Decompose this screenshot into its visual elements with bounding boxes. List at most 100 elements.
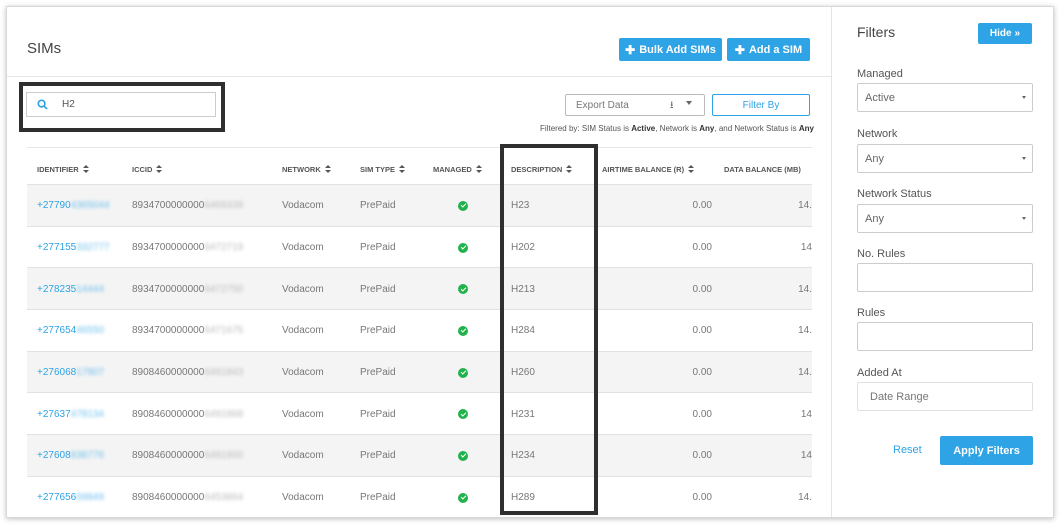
identifier-cell[interactable]: +27790 4365044 xyxy=(37,185,110,227)
sim-type-cell: PrePaid xyxy=(360,242,396,254)
network-status-label: Network Status xyxy=(857,188,932,200)
table-row[interactable]: +277155 332777 8934700000000 6472719 Vodacom… xyxy=(27,225,812,269)
identifier-cell[interactable]: +278235 14444 xyxy=(37,268,104,310)
hide-filters-button[interactable]: Hide » xyxy=(978,23,1032,44)
bulk-add-sims-button[interactable]: ✚ Bulk Add SIMs xyxy=(619,38,722,61)
table-row[interactable]: +276068 17807 8908460000000 6491843 Vodacom P… xyxy=(27,350,812,394)
managed-cell xyxy=(458,352,468,394)
network-status-select[interactable]: Any xyxy=(857,204,1033,233)
filter-summary-network-prefix: , Network is xyxy=(655,124,698,133)
airtime-balance-cell: 0.00 xyxy=(692,325,712,337)
identifier-text: +27790 xyxy=(37,200,71,212)
network-cell: Vodacom xyxy=(282,408,324,420)
sort-icon xyxy=(399,165,406,173)
rules-label: Rules xyxy=(857,307,886,319)
check-circle-icon xyxy=(458,450,468,461)
network-cell: Vodacom xyxy=(282,325,324,337)
identifier-redacted: 14444 xyxy=(76,283,105,295)
airtime-balance-cell: 0.00 xyxy=(692,450,712,462)
plus-icon: ✚ xyxy=(734,42,745,57)
add-sim-button[interactable]: ✚ Add a SIM xyxy=(727,38,810,61)
network-cell: Vodacom xyxy=(282,242,324,254)
column-label: SIM TYPE xyxy=(360,164,396,174)
table-row[interactable]: +277656 59849 8908460000000 6453864 Vodacom P… xyxy=(27,475,812,517)
identifier-text: +278235 xyxy=(37,283,77,295)
iccid-cell: 8934700000000 6472719 xyxy=(132,227,243,269)
add-sim-label: Add a SIM xyxy=(748,43,803,56)
sort-icon xyxy=(156,165,163,173)
identifier-redacted: 332777 xyxy=(76,242,110,254)
iccid-text: 8908460000000 xyxy=(132,367,205,379)
rules-input[interactable] xyxy=(857,322,1033,351)
sim-type-cell: PrePaid xyxy=(360,283,396,295)
sim-type-cell: PrePaid xyxy=(360,325,396,337)
identifier-cell[interactable]: +277656 59849 xyxy=(37,477,104,517)
column-header-airtime-balance[interactable]: AIRTIME BALANCE (R) xyxy=(602,154,695,184)
iccid-text: 8934700000000 xyxy=(132,200,205,212)
data-balance-cell: 14 xyxy=(800,450,812,462)
network-label: Network xyxy=(857,128,898,140)
filter-summary-netstatus: Any xyxy=(798,124,814,133)
iccid-text: 8908460000000 xyxy=(132,408,205,420)
reset-button[interactable]: Reset xyxy=(893,444,922,456)
network-select[interactable]: Any xyxy=(857,144,1033,173)
column-label: AIRTIME BALANCE (R) xyxy=(602,164,685,174)
hide-label: Hide xyxy=(989,28,1012,39)
sim-type-cell: PrePaid xyxy=(360,367,396,379)
column-header-iccid[interactable]: ICCID xyxy=(132,154,163,184)
identifier-cell[interactable]: +27637 478134 xyxy=(37,393,104,435)
filters-title: Filters xyxy=(857,24,896,40)
managed-cell xyxy=(458,435,468,477)
data-balance-cell: 14 xyxy=(800,242,812,254)
download-icon: ⭳ xyxy=(670,100,674,111)
filter-by-button[interactable]: Filter By xyxy=(712,94,810,116)
filter-summary-netstatus-prefix: , and Network Status is xyxy=(714,124,797,133)
filter-summary: Filtered by: SIM Status is Active, Netwo… xyxy=(540,124,814,133)
sim-type-cell: PrePaid xyxy=(360,200,396,212)
column-header-network[interactable]: NETWORK xyxy=(282,154,331,184)
table-row[interactable]: +277654 46550 8934700000000 6471675 Vodacom P… xyxy=(27,309,812,351)
date-range-input[interactable]: Date Range xyxy=(857,382,1033,411)
no-rules-input[interactable] xyxy=(857,263,1033,292)
column-header-identifier[interactable]: IDENTIFIER xyxy=(37,154,89,184)
sort-icon xyxy=(82,165,89,173)
plus-icon: ✚ xyxy=(625,42,636,57)
identifier-cell[interactable]: +277654 46550 xyxy=(37,310,104,352)
identifier-cell[interactable]: +27608 838776 xyxy=(37,435,104,477)
network-cell: Vodacom xyxy=(282,492,324,504)
column-label: NETWORK xyxy=(282,164,321,174)
apply-filters-button[interactable]: Apply Filters xyxy=(940,436,1033,465)
table-row[interactable]: +27637 478134 8908460000000 6491868 Vodacom P… xyxy=(27,392,812,434)
managed-select[interactable]: Active xyxy=(857,83,1033,112)
identifier-cell[interactable]: +277155 332777 xyxy=(37,227,110,269)
check-circle-icon xyxy=(458,367,468,378)
sim-type-cell: PrePaid xyxy=(360,450,396,462)
column-header-sim-type[interactable]: SIM TYPE xyxy=(360,154,406,184)
column-label: MANAGED xyxy=(433,164,472,174)
iccid-cell: 8908460000000 6491843 xyxy=(132,352,243,394)
check-circle-icon xyxy=(458,492,468,503)
sort-icon xyxy=(324,165,331,173)
check-circle-icon xyxy=(458,242,468,253)
column-header-data-balance[interactable]: DATA BALANCE (MB) xyxy=(724,154,801,184)
divider xyxy=(7,76,832,77)
export-data-label: Export Data xyxy=(576,99,629,111)
identifier-redacted: 4365044 xyxy=(70,200,110,212)
airtime-balance-cell: 0.00 xyxy=(692,200,712,212)
iccid-text: 8934700000000 xyxy=(132,325,205,337)
table-row[interactable]: +27608 838776 8908460000000 6491900 Vodacom P… xyxy=(27,434,812,476)
iccid-redacted: 6469339 xyxy=(204,200,244,212)
table-row[interactable]: +27790 4365044 8934700000000 6469339 Vodacom… xyxy=(27,184,812,226)
managed-cell xyxy=(458,393,468,435)
export-data-dropdown[interactable]: Export Data ⭳ xyxy=(565,94,705,116)
column-label: ICCID xyxy=(132,164,153,174)
data-balance-cell: 14. xyxy=(798,283,812,295)
chevron-down-icon xyxy=(1022,217,1026,220)
iccid-redacted: 6471675 xyxy=(204,325,244,337)
identifier-cell[interactable]: +276068 17807 xyxy=(37,352,104,394)
managed-label: Managed xyxy=(857,68,903,80)
managed-cell xyxy=(458,227,468,269)
column-header-managed[interactable]: MANAGED xyxy=(433,154,482,184)
app-window: SIMs ✚ Bulk Add SIMs ✚ Add a SIM H2 Expo… xyxy=(6,6,1054,518)
table-row[interactable]: +278235 14444 8934700000000 6472750 Vodacom P… xyxy=(27,267,812,310)
